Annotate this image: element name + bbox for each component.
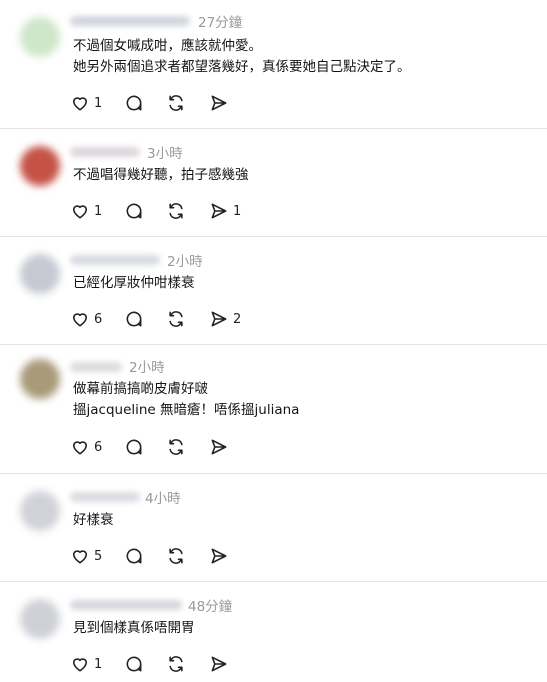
repost-button[interactable] [166, 200, 186, 222]
share-button[interactable] [209, 545, 233, 567]
heart-icon [72, 205, 88, 219]
like-button[interactable]: 1 [70, 653, 102, 675]
repost-icon [169, 311, 183, 327]
like-button[interactable]: 5 [70, 545, 102, 567]
avatar[interactable] [20, 491, 60, 531]
comment-icon [126, 656, 142, 672]
post-time: 48分鐘 [188, 599, 233, 615]
comment-icon [126, 439, 142, 455]
like-button[interactable]: 1 [70, 92, 102, 114]
repost-button[interactable] [166, 308, 186, 330]
username-blurred[interactable] [70, 255, 160, 265]
send-icon [211, 95, 227, 111]
send-icon [211, 203, 227, 219]
comment-text-line: 做幕前搞搞啲皮膚好啵 [73, 381, 208, 397]
reply-button[interactable] [124, 308, 144, 330]
like-count: 1 [94, 95, 103, 111]
username-blurred[interactable] [70, 362, 122, 372]
comment-icon [126, 548, 142, 564]
avatar[interactable] [20, 17, 60, 57]
avatar[interactable] [20, 254, 60, 294]
reply-button[interactable] [124, 545, 144, 567]
avatar[interactable] [20, 146, 60, 186]
comment-text-line: 好樣衰 [73, 512, 114, 528]
heart-icon [72, 313, 88, 327]
comment-post: 48分鐘 見到個樣真係唔開胃 1 [0, 582, 547, 682]
repost-icon [169, 656, 183, 672]
repost-icon [169, 439, 183, 455]
comment-feed: 27分鐘 不過個女喊成咁，應該就仲愛。 她另外兩個追求者都望落幾好，真係要她自己… [0, 0, 547, 682]
like-count: 6 [94, 439, 103, 455]
like-count: 1 [94, 656, 103, 672]
like-count: 5 [94, 548, 103, 564]
share-count: 1 [233, 203, 242, 219]
heart-icon [72, 550, 88, 564]
like-button[interactable]: 6 [70, 308, 102, 330]
heart-icon [72, 97, 88, 111]
like-button[interactable]: 1 [70, 200, 102, 222]
reply-button[interactable] [124, 200, 144, 222]
repost-button[interactable] [166, 436, 186, 458]
repost-button[interactable] [166, 545, 186, 567]
share-button[interactable] [209, 653, 233, 675]
send-icon [211, 656, 227, 672]
post-time: 3小時 [147, 146, 183, 162]
share-count: 2 [233, 311, 242, 327]
comment-text-line: 不過個女喊成咁，應該就仲愛。 [73, 38, 262, 54]
share-button[interactable] [209, 436, 233, 458]
share-button[interactable] [209, 92, 233, 114]
send-icon [211, 439, 227, 455]
comment-post: 27分鐘 不過個女喊成咁，應該就仲愛。 她另外兩個追求者都望落幾好，真係要她自己… [0, 0, 547, 129]
username-blurred[interactable] [70, 600, 182, 610]
repost-icon [169, 203, 183, 219]
username-blurred[interactable] [70, 147, 140, 157]
heart-icon [72, 441, 88, 455]
heart-icon [72, 658, 88, 672]
comment-icon [126, 203, 142, 219]
comment-post: 2小時 已經化厚妝仲咁樣衰 6 2 [0, 237, 547, 345]
comment-post: 3小時 不過唱得幾好聽，拍子感幾強 1 1 [0, 129, 547, 237]
like-count: 6 [94, 311, 103, 327]
username-blurred[interactable] [70, 16, 190, 26]
comment-post: 2小時 做幕前搞搞啲皮膚好啵 搵jacqueline 無暗瘡！唔係搵julian… [0, 345, 547, 474]
comment-post: 4小時 好樣衰 5 [0, 474, 547, 582]
comment-text-line: 搵jacqueline 無暗瘡！唔係搵juliana [73, 402, 300, 418]
comment-text-line: 已經化厚妝仲咁樣衰 [73, 275, 195, 291]
like-count: 1 [94, 203, 103, 219]
reply-button[interactable] [124, 92, 144, 114]
comment-text-line: 不過唱得幾好聽，拍子感幾強 [73, 167, 249, 183]
post-time: 4小時 [145, 491, 181, 507]
repost-button[interactable] [166, 653, 186, 675]
like-button[interactable]: 6 [70, 436, 102, 458]
send-icon [211, 548, 227, 564]
username-blurred[interactable] [70, 492, 140, 502]
reply-button[interactable] [124, 436, 144, 458]
share-button[interactable]: 1 [209, 200, 241, 222]
comment-text-line: 見到個樣真係唔開胃 [73, 620, 195, 636]
reply-button[interactable] [124, 653, 144, 675]
repost-button[interactable] [166, 92, 186, 114]
avatar[interactable] [20, 599, 60, 639]
comment-icon [126, 311, 142, 327]
send-icon [211, 311, 227, 327]
post-time: 2小時 [129, 360, 165, 376]
repost-icon [169, 548, 183, 564]
post-time: 27分鐘 [198, 15, 243, 31]
comment-text-line: 她另外兩個追求者都望落幾好，真係要她自己點決定了。 [73, 59, 411, 75]
post-time: 2小時 [167, 254, 203, 270]
comment-icon [126, 95, 142, 111]
avatar[interactable] [20, 359, 60, 399]
repost-icon [169, 95, 183, 111]
share-button[interactable]: 2 [209, 308, 241, 330]
